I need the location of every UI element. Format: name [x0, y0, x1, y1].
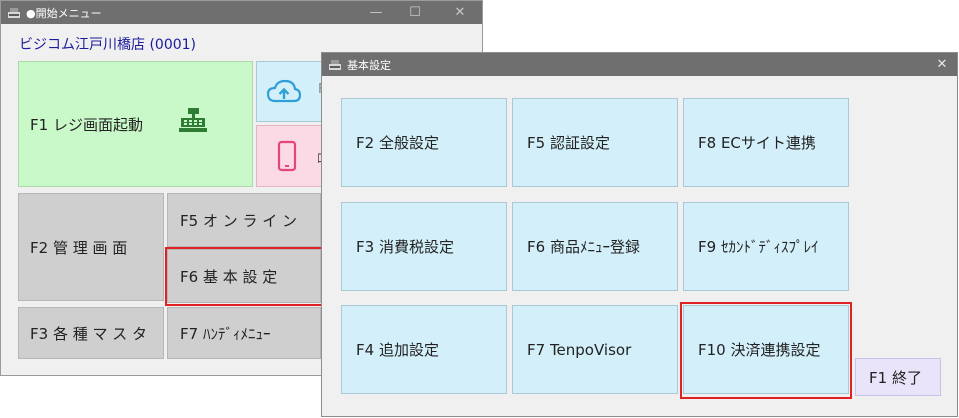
cloud-upload-icon [266, 79, 302, 109]
close-icon[interactable]: ✕ [447, 1, 473, 24]
basic-settings-title: 基本設定 [347, 58, 391, 72]
online-label: F5 オ ン ラ イ ン [180, 211, 298, 230]
tenpovisor-label: F7 TenpoVisor [527, 340, 632, 359]
basic-settings-titlebar[interactable]: 基本設定 ✕ [322, 53, 957, 76]
additional-settings-button[interactable]: F4 追加設定 [341, 305, 507, 394]
smartphone-icon [277, 140, 297, 176]
cloud-button[interactable]: F [256, 61, 326, 122]
auth-settings-label: F5 認証設定 [527, 134, 610, 152]
main-menu-title: ●開始メニュー [26, 6, 102, 20]
maximize-icon[interactable]: ☐ [403, 1, 427, 24]
payment-integration-label: F10 決済連携設定 [698, 341, 821, 359]
basic-settings-window: 基本設定 ✕ F2 全般設定 F3 消費税設定 F4 追加設定 F5 認証設定 … [321, 52, 958, 417]
payment-integration-button[interactable]: F10 決済連携設定 [683, 305, 849, 394]
register-launch-label: F1 レジ画面起動 [30, 115, 143, 134]
ec-site-label: F8 ECサイト連携 [698, 134, 816, 152]
main-menu-titlebar[interactable]: ●開始メニュー — ☐ ✕ [1, 1, 482, 24]
handy-menu-button[interactable]: F7 ﾊﾝﾃﾞｨﾒﾆｭｰ [167, 307, 321, 359]
store-name: ビジコム江戸川橋店 (0001) [19, 37, 197, 53]
exit-label: F1 終了 [869, 368, 922, 387]
second-display-label: F9 ｾｶﾝﾄﾞﾃﾞｨｽﾌﾟﾚｲ [698, 238, 819, 256]
register-app-icon [328, 59, 342, 71]
general-settings-button[interactable]: F2 全般設定 [341, 98, 507, 187]
online-button[interactable]: F5 オ ン ラ イ ン [167, 193, 321, 247]
minimize-icon[interactable]: — [364, 1, 388, 24]
masters-label: F3 各 種 マ ス タ [30, 324, 148, 343]
general-settings-label: F2 全般設定 [356, 134, 439, 152]
product-menu-button[interactable]: F6 商品ﾒﾆｭｰ登録 [512, 202, 678, 291]
consumption-tax-button[interactable]: F3 消費税設定 [341, 202, 507, 291]
auth-settings-button[interactable]: F5 認証設定 [512, 98, 678, 187]
admin-screen-label: F2 管 理 画 面 [30, 238, 128, 257]
register-launch-button[interactable]: F1 レジ画面起動 [18, 61, 253, 187]
smartphone-button[interactable]: ﾛ [256, 125, 326, 187]
admin-screen-button[interactable]: F2 管 理 画 面 [18, 193, 164, 301]
product-menu-label: F6 商品ﾒﾆｭｰ登録 [527, 238, 640, 256]
exit-button[interactable]: F1 終了 [855, 358, 941, 396]
masters-button[interactable]: F3 各 種 マ ス タ [18, 307, 164, 359]
ec-site-button[interactable]: F8 ECサイト連携 [683, 98, 849, 187]
second-display-button[interactable]: F9 ｾｶﾝﾄﾞﾃﾞｨｽﾌﾟﾚｲ [683, 202, 849, 291]
cash-register-icon [178, 107, 208, 137]
additional-settings-label: F4 追加設定 [356, 341, 439, 359]
basic-settings-button[interactable]: F6 基 本 設 定 [167, 249, 321, 303]
consumption-tax-label: F3 消費税設定 [356, 238, 454, 256]
basic-settings-label: F6 基 本 設 定 [180, 267, 278, 286]
handy-menu-label: F7 ﾊﾝﾃﾞｨﾒﾆｭｰ [180, 324, 271, 343]
register-app-icon [7, 7, 21, 19]
close-icon[interactable]: ✕ [930, 53, 954, 76]
tenpovisor-button[interactable]: F7 TenpoVisor [512, 305, 678, 394]
